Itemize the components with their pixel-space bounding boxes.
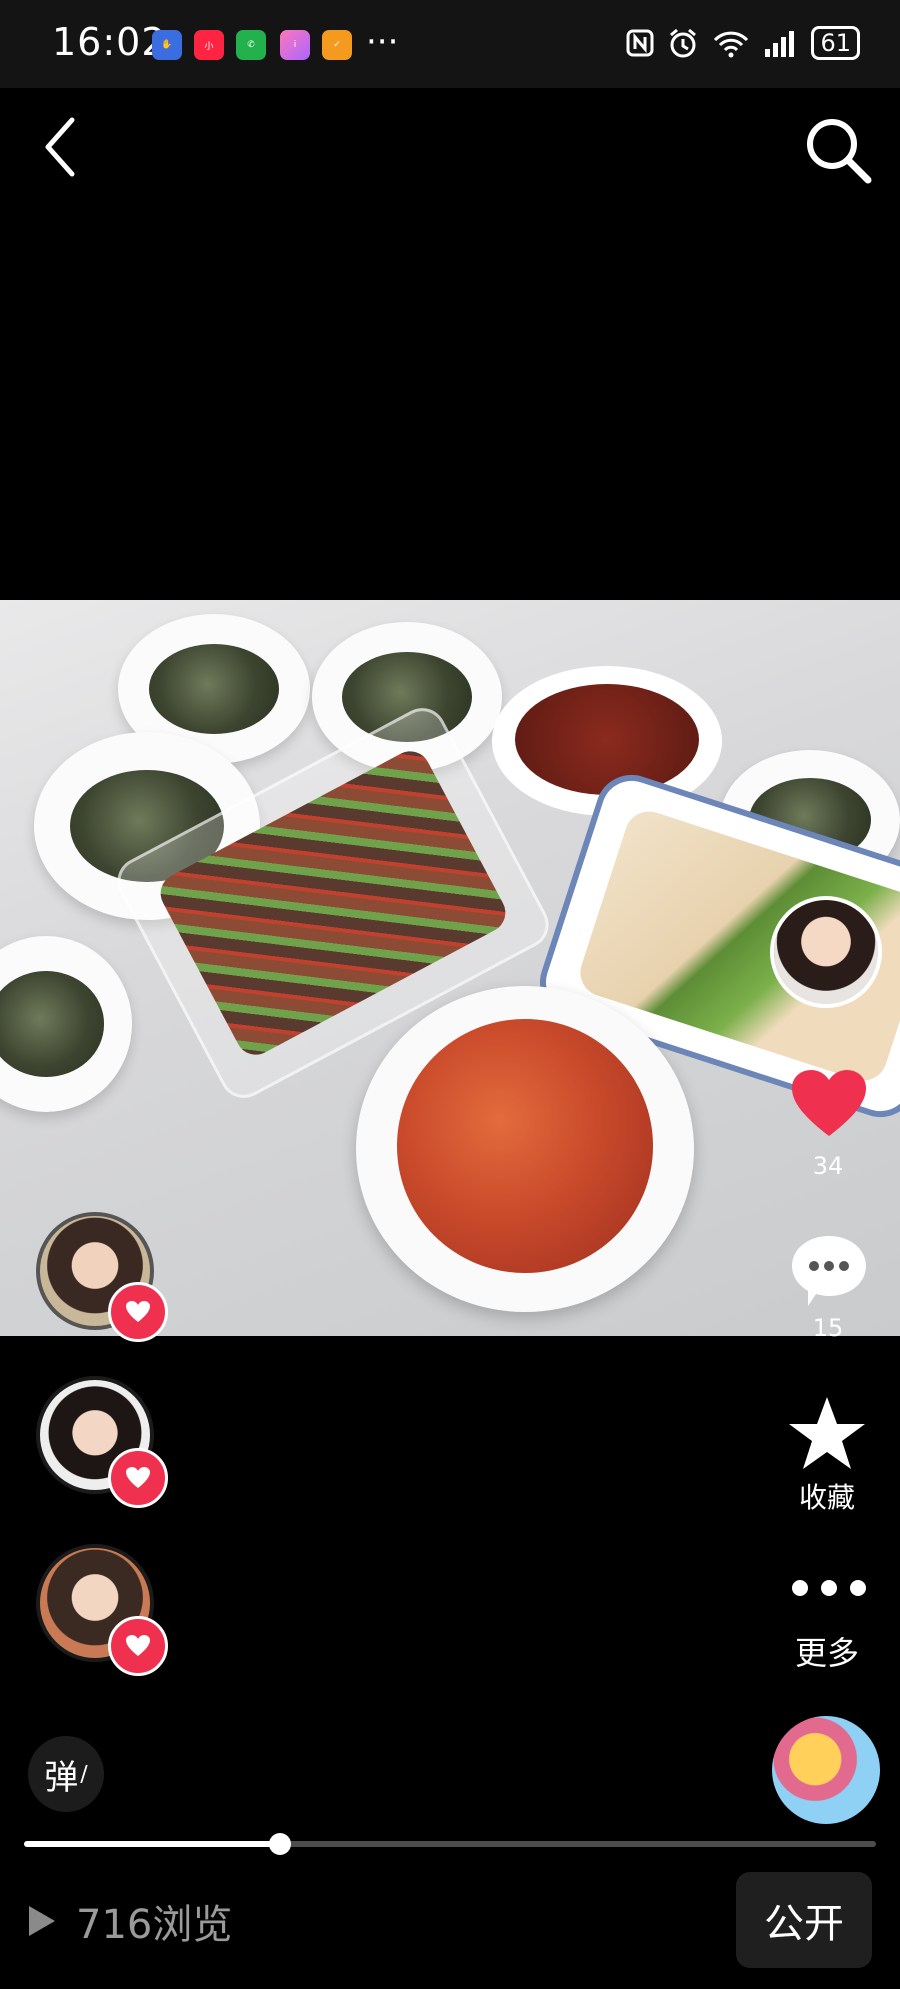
more-dots-icon[interactable] xyxy=(790,1578,868,1598)
heart-badge-icon[interactable] xyxy=(108,1448,168,1508)
favorite-label[interactable]: 收藏 xyxy=(782,1476,872,1516)
comment-bubble-icon[interactable] xyxy=(790,1232,868,1308)
more-label[interactable]: 更多 xyxy=(782,1628,872,1674)
views-count: 716浏览 xyxy=(76,1902,233,1948)
like-heart-icon[interactable] xyxy=(790,1068,868,1138)
author-avatar[interactable] xyxy=(770,896,882,1008)
views-info: 716浏览 xyxy=(26,1892,232,1950)
search-icon[interactable] xyxy=(800,112,876,188)
like-count: 34 xyxy=(812,1152,844,1180)
public-label: 公开 xyxy=(764,1901,844,1947)
app-icon-orange: ✓ xyxy=(322,30,352,60)
public-button[interactable]: 公开 xyxy=(736,1872,872,1968)
soup-bowl xyxy=(0,936,132,1112)
back-icon[interactable] xyxy=(36,112,86,182)
danmu-label: 弹 xyxy=(44,1757,79,1798)
sticker-avatar[interactable] xyxy=(772,1716,880,1824)
wifi-6-icon xyxy=(714,31,749,58)
xiaohongshu-icon: 小 xyxy=(194,30,224,60)
touch-assist-icon: ✋ xyxy=(152,30,182,60)
food-photo[interactable] xyxy=(0,600,900,1336)
more-notifications-icon: ··· xyxy=(366,22,399,62)
progress-fill xyxy=(24,1841,280,1847)
heart-badge-icon[interactable] xyxy=(108,1616,168,1676)
status-time: 16:02 xyxy=(52,20,167,64)
progress-thumb[interactable] xyxy=(269,1833,291,1855)
danmu-button[interactable]: 弹 ∕ xyxy=(28,1736,104,1812)
favorite-star-icon[interactable] xyxy=(786,1394,868,1472)
comment-count: 15 xyxy=(812,1314,844,1342)
battery-indicator: 61 xyxy=(811,26,860,60)
nfc-icon xyxy=(626,29,654,57)
signal-icon xyxy=(765,31,795,57)
crayfish-plate xyxy=(356,986,694,1312)
system-icons: 61 xyxy=(625,26,860,60)
phone-icon: ✆ xyxy=(236,30,266,60)
play-icon xyxy=(29,1906,55,1936)
app-icon-gradient: i xyxy=(280,30,310,60)
heart-badge-icon[interactable] xyxy=(108,1282,168,1342)
alarm-icon xyxy=(670,28,697,58)
